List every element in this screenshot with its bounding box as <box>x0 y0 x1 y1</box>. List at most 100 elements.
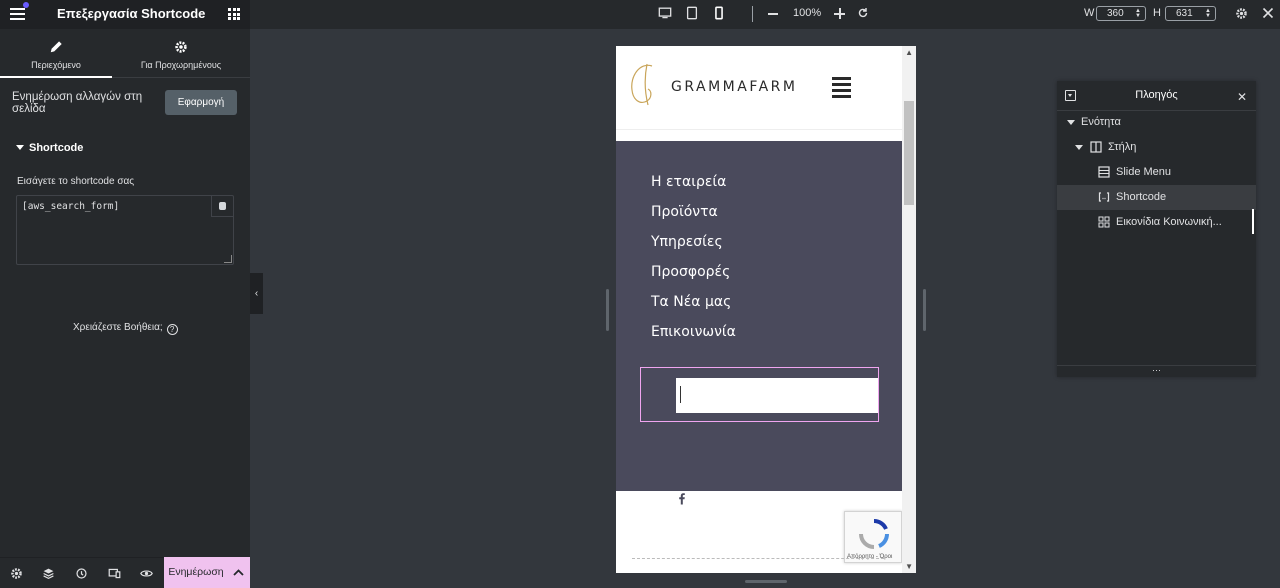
menu-item-products[interactable]: Προϊόντα <box>651 204 718 220</box>
panel-header: Επεξεργασία Shortcode <box>0 0 250 29</box>
resize-handle-bottom[interactable] <box>745 580 787 583</box>
shortcode-icon <box>1098 192 1110 202</box>
mobile-menu-icon[interactable] <box>832 77 851 101</box>
section-title: Shortcode <box>29 142 84 154</box>
help-text: Χρειάζεστε Βοήθεια; <box>73 322 163 333</box>
tab-content[interactable]: Περιεχόμενο <box>0 29 112 78</box>
chevron-left-icon: ‹ <box>254 288 259 299</box>
recaptcha-terms[interactable]: Απόρρητο - Όροι <box>847 554 892 560</box>
mobile-icon[interactable] <box>712 6 726 20</box>
nav-item-column[interactable]: Στήλη <box>1057 135 1256 160</box>
menu-item-news[interactable]: Τα Νέα μας <box>651 294 731 310</box>
notification-dot <box>23 2 29 8</box>
instagram-icon[interactable] <box>708 491 722 505</box>
height-input[interactable]: 631 ▲ ▼ <box>1165 6 1216 21</box>
collapse-panel-button[interactable]: ‹ <box>250 273 263 314</box>
widgets-grid-icon[interactable] <box>228 8 240 20</box>
tab-advanced-label: Για Προχωρημένους <box>140 60 222 70</box>
scroll-down-icon[interactable]: ▼ <box>905 562 913 571</box>
toolbar-divider <box>752 6 753 22</box>
preview-scrollbar[interactable]: ▲ ▼ <box>902 46 916 573</box>
nav-item-social-icons[interactable]: Εικονίδια Κοινωνική... <box>1057 210 1256 235</box>
settings-icon[interactable] <box>10 567 23 580</box>
update-button[interactable]: Ενημέρωση <box>164 557 228 588</box>
shortcode-textarea[interactable]: [aws_search_form] <box>16 195 234 265</box>
width-input[interactable]: 360 ▲ ▼ <box>1096 6 1146 21</box>
navigator-resize-handle[interactable]: ··· <box>1057 365 1256 377</box>
slide-menu: Η εταιρεία Προϊόντα Υπηρεσίες Προσφορές … <box>616 141 902 505</box>
social-icons-icon <box>1098 216 1110 228</box>
mobile-preview: GRAMMAFARM Η εταιρεία Προϊόντα Υπηρεσίες… <box>616 46 916 573</box>
nav-item-section[interactable]: Ενότητα <box>1057 110 1256 135</box>
height-spinner-icon[interactable]: ▲ ▼ <box>1205 8 1211 19</box>
menu-item-offers[interactable]: Προσφορές <box>651 264 730 280</box>
nav-item-label: Στήλη <box>1108 141 1137 153</box>
slide-menu-icon <box>1098 166 1110 178</box>
tab-advanced[interactable]: Για Προχωρημένους <box>125 29 237 78</box>
menu-item-services[interactable]: Υπηρεσίες <box>651 234 723 250</box>
navigator-title: Πλοηγός <box>1135 89 1178 101</box>
resize-handle-icon[interactable] <box>224 255 232 263</box>
nav-item-label: Shortcode <box>1116 191 1167 203</box>
drop-indicator <box>1252 209 1254 234</box>
tab-content-label: Περιεχόμενο <box>31 60 81 70</box>
shortcode-value: [aws_search_form] <box>22 201 120 212</box>
header-divider <box>616 129 902 130</box>
responsive-mode-icon[interactable] <box>108 567 121 580</box>
search-input[interactable] <box>676 378 878 413</box>
menu-item-company[interactable]: Η εταιρεία <box>651 174 726 190</box>
nav-item-label: Slide Menu <box>1116 166 1172 178</box>
preview-eye-icon[interactable] <box>140 567 153 580</box>
navigator-close-icon[interactable]: ✕ <box>1237 90 1247 104</box>
navigator-header: Πλοηγός ✕ <box>1057 81 1256 111</box>
section-shortcode-toggle[interactable]: Shortcode <box>16 142 83 154</box>
question-icon: ? <box>166 324 178 335</box>
close-icon[interactable] <box>1262 7 1274 19</box>
recaptcha-icon <box>859 519 889 549</box>
zoom-level: 100% <box>793 7 822 19</box>
history-icon[interactable] <box>75 567 88 580</box>
resize-handle-left[interactable] <box>606 289 609 331</box>
update-options-button[interactable] <box>228 557 250 588</box>
chevron-up-icon <box>233 569 244 576</box>
layers-icon[interactable] <box>42 567 55 580</box>
nav-item-label: Ενότητα <box>1081 116 1121 128</box>
height-label: H <box>1153 7 1161 19</box>
logo-g-icon <box>631 63 653 106</box>
nav-item-shortcode[interactable]: Shortcode <box>1057 185 1256 210</box>
help-link[interactable]: Χρειάζεστε Βοήθεια;? <box>73 322 178 335</box>
caret-down-icon[interactable] <box>1067 120 1075 125</box>
logo-text: GRAMMAFARM <box>671 79 798 95</box>
nav-item-label: Εικονίδια Κοινωνική... <box>1116 216 1222 228</box>
scroll-thumb[interactable] <box>904 101 914 205</box>
width-value: 360 <box>1107 8 1124 19</box>
device-settings-icon[interactable] <box>1235 7 1248 20</box>
tablet-icon[interactable] <box>685 6 699 20</box>
shortcode-widget-outline[interactable] <box>640 367 879 422</box>
zoom-out-icon[interactable] <box>768 13 778 15</box>
zoom-in-icon[interactable] <box>834 8 845 19</box>
resize-handle-right[interactable] <box>923 289 926 331</box>
menu-icon[interactable] <box>10 8 25 21</box>
menu-item-contact[interactable]: Επικοινωνία <box>651 324 736 340</box>
navigator-panel: Πλοηγός ✕ Ενότητα Στήλη Slide Menu Short… <box>1057 81 1256 377</box>
width-spinner-icon[interactable]: ▲ ▼ <box>1135 8 1141 19</box>
caret-down-icon[interactable] <box>1075 145 1083 150</box>
panel-tabs: Περιεχόμενο Για Προχωρημένους <box>0 29 250 78</box>
reset-zoom-icon[interactable] <box>857 7 869 19</box>
apply-button[interactable]: Εφαρμογή <box>165 90 237 115</box>
pencil-icon <box>50 41 62 53</box>
height-value: 631 <box>1176 8 1193 19</box>
scroll-up-icon[interactable]: ▲ <box>905 48 913 57</box>
editor-panel: Επεξεργασία Shortcode Περιεχόμενο Για Πρ… <box>0 0 250 588</box>
panel-title: Επεξεργασία Shortcode <box>57 6 206 21</box>
text-cursor <box>680 386 681 403</box>
desktop-icon[interactable] <box>658 6 672 20</box>
dynamic-tags-icon[interactable] <box>211 196 233 217</box>
width-label: W <box>1084 7 1095 19</box>
caret-down-icon <box>16 145 24 150</box>
gear-icon <box>175 41 187 53</box>
recaptcha-badge[interactable]: Απόρρητο - Όροι <box>844 511 902 563</box>
facebook-icon[interactable] <box>675 491 689 505</box>
nav-item-slide-menu[interactable]: Slide Menu <box>1057 160 1256 185</box>
